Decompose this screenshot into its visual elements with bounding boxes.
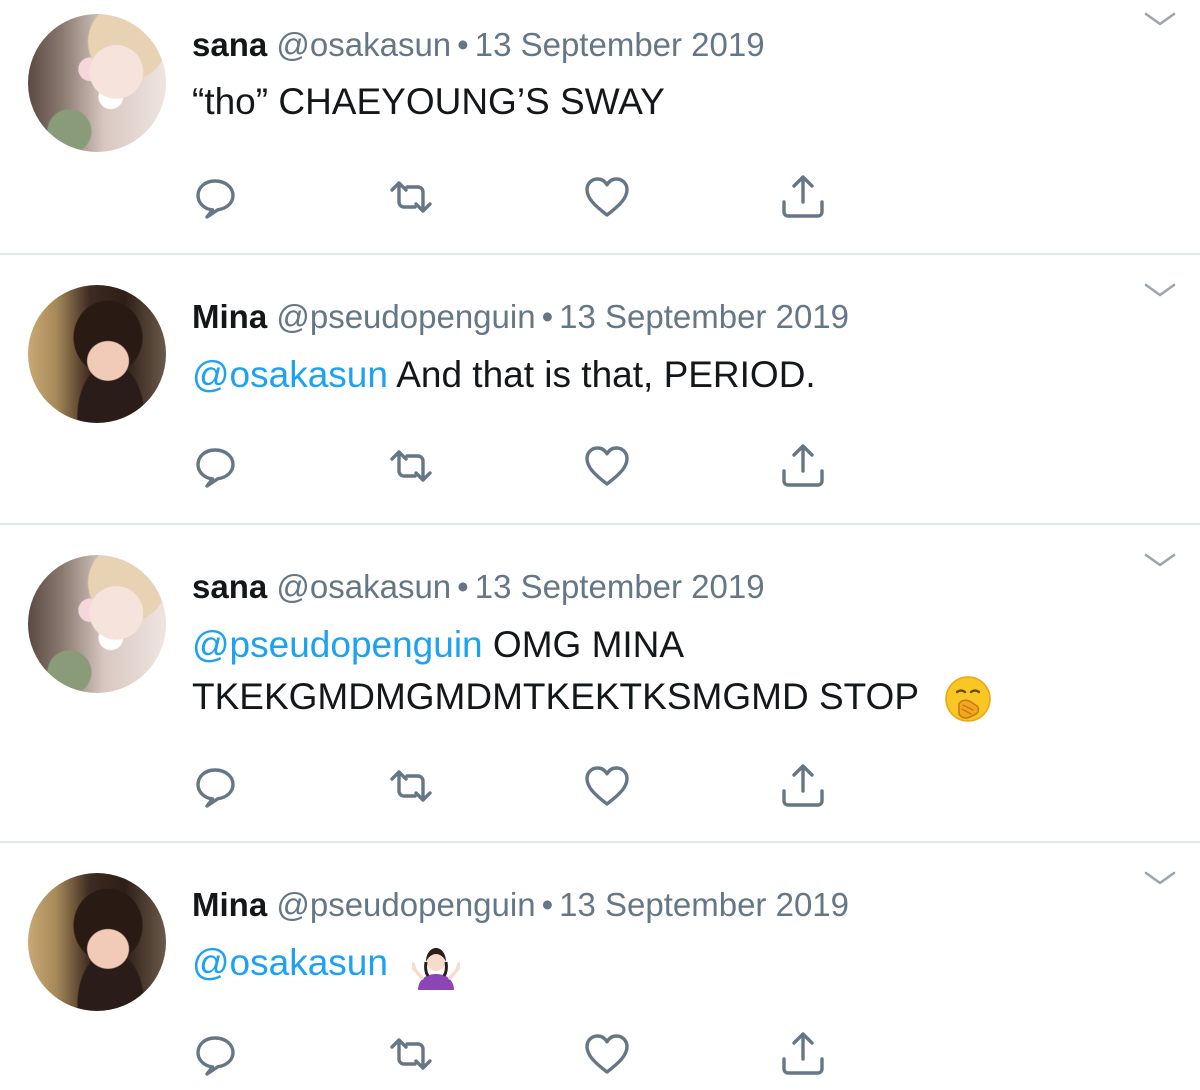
tweet-actions <box>188 172 848 222</box>
mention-link[interactable]: @osakasun <box>192 942 388 983</box>
retweet-icon[interactable] <box>386 172 436 222</box>
tweet-actions <box>188 441 848 491</box>
tweet-actions <box>188 1029 848 1079</box>
tweet-header: sana @osakasun • 13 September 2019 <box>192 25 765 65</box>
tweet-text-content: OMG MINA <box>482 624 685 665</box>
tweet-text: @osakasun And that is that, PERIOD. <box>192 349 816 401</box>
separator: • <box>457 568 469 605</box>
chevron-down-icon[interactable] <box>1142 867 1178 889</box>
share-icon[interactable] <box>778 172 828 222</box>
person-shrugging-emoji <box>412 948 461 991</box>
display-name[interactable]: Mina <box>192 886 267 923</box>
mention-link[interactable]: @osakasun <box>192 354 388 395</box>
avatar[interactable] <box>28 14 166 152</box>
tweet-3[interactable]: sana @osakasun • 13 September 2019 @pseudo… <box>0 525 1200 841</box>
chevron-down-icon[interactable] <box>1142 279 1178 301</box>
tweet-1[interactable]: sana @osakasun • 13 September 2019 “tho” C… <box>0 0 1200 253</box>
tweet-4[interactable]: Mina @pseudopenguin • 13 September 2019 @o… <box>0 843 1200 1090</box>
avatar[interactable] <box>28 873 166 1011</box>
share-icon[interactable] <box>778 761 828 811</box>
tweet-text-content: “tho” CHAEYOUNG’S SWAY <box>192 81 665 122</box>
retweet-icon[interactable] <box>386 441 436 491</box>
like-icon[interactable] <box>582 1029 632 1079</box>
avatar[interactable] <box>28 555 166 693</box>
user-handle[interactable]: @osakasun <box>276 568 451 605</box>
retweet-icon[interactable] <box>386 761 436 811</box>
tweet-text: @pseudopenguin OMG MINA <box>192 619 684 671</box>
tweet-header: Mina @pseudopenguin • 13 September 2019 <box>192 885 849 925</box>
separator: • <box>457 26 469 63</box>
display-name[interactable]: Mina <box>192 298 267 335</box>
mention-link[interactable]: @pseudopenguin <box>192 624 483 665</box>
display-name[interactable]: sana <box>192 26 267 63</box>
separator: • <box>541 886 554 923</box>
reply-icon[interactable] <box>190 441 240 491</box>
share-icon[interactable] <box>778 1029 828 1079</box>
face-with-hand-over-mouth-emoji <box>944 676 991 722</box>
user-handle[interactable]: @osakasun <box>276 26 451 63</box>
like-icon[interactable] <box>582 172 632 222</box>
tweet-date[interactable]: 13 September 2019 <box>559 886 849 923</box>
display-name[interactable]: sana <box>192 568 267 605</box>
tweet-text-content: TKEKGMDMGMDMTKEKTKSMGMD STOP <box>192 676 919 717</box>
tweet-text: @osakasun <box>192 937 461 991</box>
share-icon[interactable] <box>778 441 828 491</box>
tweet-2[interactable]: Mina @pseudopenguin • 13 September 2019 @o… <box>0 255 1200 523</box>
like-icon[interactable] <box>582 761 632 811</box>
chevron-down-icon[interactable] <box>1142 549 1178 571</box>
retweet-icon[interactable] <box>386 1029 436 1079</box>
tweet-text: “tho” CHAEYOUNG’S SWAY <box>192 76 665 128</box>
tweet-header: Mina @pseudopenguin • 13 September 2019 <box>192 297 849 337</box>
tweet-date[interactable]: 13 September 2019 <box>475 568 765 605</box>
tweet-text-line-2: TKEKGMDMGMDMTKEKTKSMGMD STOP <box>192 671 993 724</box>
reply-icon[interactable] <box>190 761 240 811</box>
user-handle[interactable]: @pseudopenguin <box>276 298 535 335</box>
chevron-down-icon[interactable] <box>1142 8 1178 30</box>
user-handle[interactable]: @pseudopenguin <box>276 886 535 923</box>
avatar[interactable] <box>28 285 166 423</box>
reply-icon[interactable] <box>190 172 240 222</box>
tweet-date[interactable]: 13 September 2019 <box>559 298 849 335</box>
tweet-text-content: And that is that, PERIOD. <box>387 354 816 395</box>
reply-icon[interactable] <box>190 1029 240 1079</box>
like-icon[interactable] <box>582 441 632 491</box>
tweet-header: sana @osakasun • 13 September 2019 <box>192 567 765 607</box>
tweet-actions <box>188 761 848 811</box>
tweet-date[interactable]: 13 September 2019 <box>475 26 765 63</box>
separator: • <box>541 298 554 335</box>
